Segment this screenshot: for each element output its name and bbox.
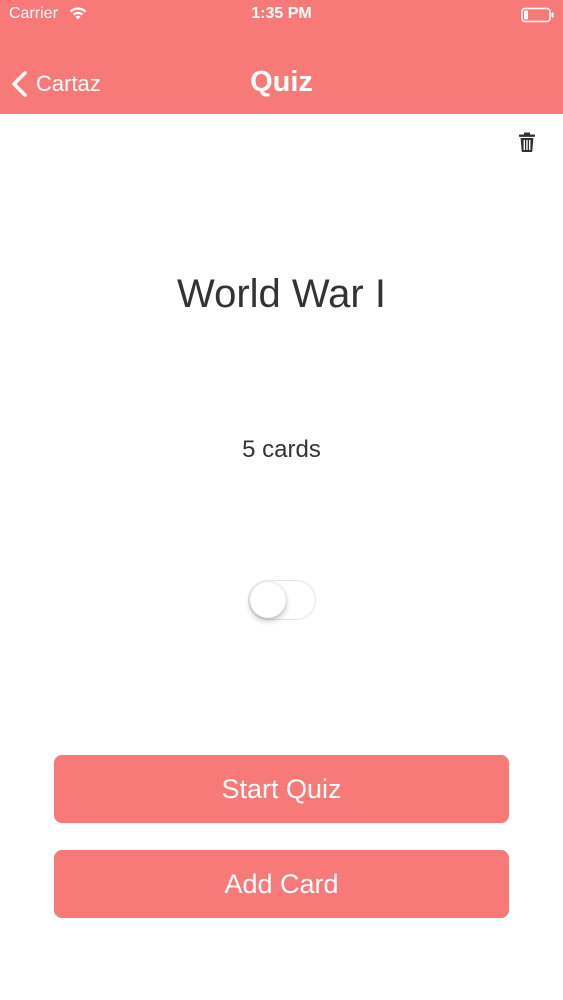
status-time: 1:35 PM bbox=[251, 5, 312, 22]
card-count: 5 cards bbox=[242, 436, 321, 463]
quiz-mode-toggle[interactable] bbox=[248, 580, 316, 620]
add-card-button[interactable]: Add Card bbox=[54, 850, 509, 918]
toggle-knob bbox=[250, 582, 286, 618]
battery-icon bbox=[521, 7, 554, 23]
deck-title: World War I bbox=[177, 272, 386, 316]
start-quiz-button[interactable]: Start Quiz bbox=[54, 755, 509, 823]
status-bar: Carrier 1:35 PM bbox=[0, 0, 563, 30]
page-title: Quiz bbox=[250, 66, 313, 98]
navigation-header: Carrier 1:35 PM Cartaz Quiz bbox=[0, 0, 563, 114]
trash-icon[interactable] bbox=[517, 131, 537, 153]
